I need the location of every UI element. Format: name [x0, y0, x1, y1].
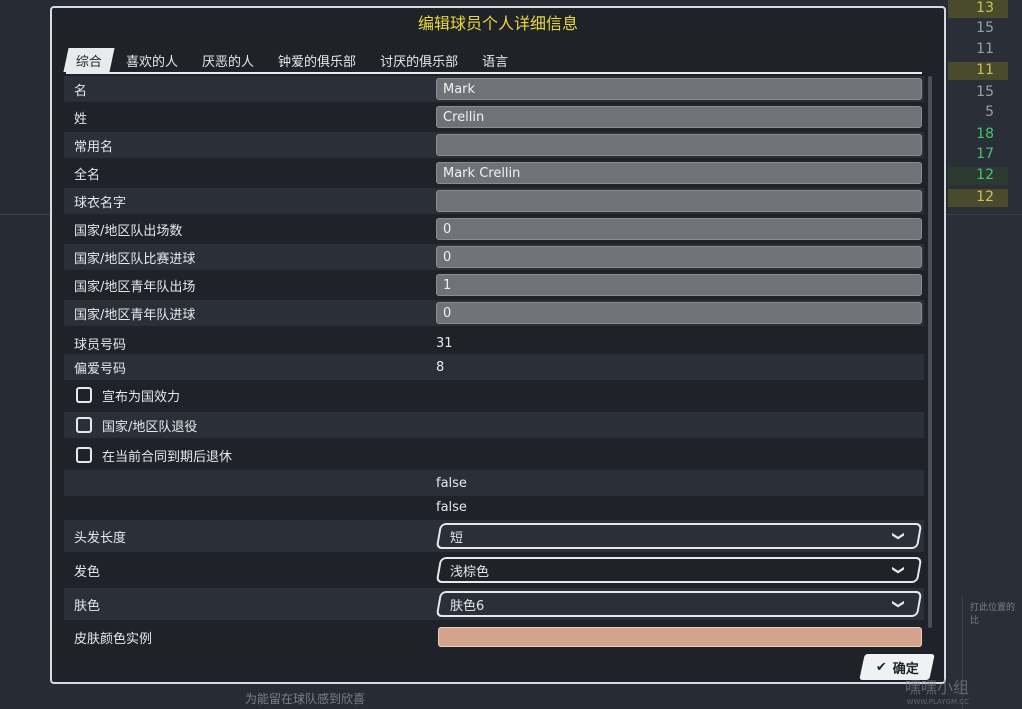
row-common-name: 常用名	[64, 132, 924, 158]
row-flag-2: false	[64, 494, 924, 520]
row-youth-goals: 国家/地区青年队进球	[64, 300, 924, 326]
shirt-name-label: 球衣名字	[74, 195, 127, 211]
hair-color-label: 发色	[74, 564, 101, 580]
row-declared-for-nation[interactable]: 宣布为国效力	[64, 382, 924, 408]
last-name-input[interactable]	[436, 106, 922, 128]
youth-caps-input[interactable]	[436, 274, 922, 296]
intl-caps-label: 国家/地区队出场数	[74, 223, 183, 239]
row-intl-goals: 国家/地区队比赛进球	[64, 244, 924, 270]
retire-at-contract-end-label: 在当前合同到期后退休	[102, 449, 233, 465]
row-intl-caps: 国家/地区队出场数	[64, 216, 924, 242]
bg-number: 12	[948, 189, 1008, 207]
row-skin-sample: 皮肤颜色实例	[64, 622, 924, 652]
chevron-down-icon: ❯	[892, 598, 907, 610]
row-shirt-name: 球衣名字	[64, 188, 924, 214]
vertical-scrollbar[interactable]	[928, 76, 932, 628]
flag-value: false	[436, 475, 467, 491]
row-hair-length: 头发长度 短 ❯	[64, 520, 924, 552]
row-full-name: 全名	[64, 160, 924, 186]
last-name-label: 姓	[74, 111, 88, 127]
declared-for-nation-checkbox[interactable]	[76, 387, 92, 403]
bg-number: 18	[976, 126, 994, 142]
row-first-name: 名	[64, 76, 924, 102]
watermark: 嘿嘿小组 WWW.PLAYGM.CC	[905, 674, 969, 706]
row-skin-tone: 肤色 肤色6 ❯	[64, 588, 924, 620]
intl-caps-input[interactable]	[436, 218, 922, 240]
tab-bar: 综合 喜欢的人 厌恶的人 钟爱的俱乐部 讨厌的俱乐部 语言	[63, 48, 522, 72]
row-hair-color: 发色 浅棕色 ❯	[64, 554, 924, 586]
bg-number: 13	[948, 0, 1008, 18]
retired-international-label: 国家/地区队退役	[102, 419, 198, 435]
squad-number-label: 球员号码	[74, 337, 127, 353]
full-name-label: 全名	[74, 167, 101, 183]
tab-favoured-clubs[interactable]: 钟爱的俱乐部	[268, 48, 366, 72]
first-name-input[interactable]	[436, 78, 922, 100]
bg-number: 11	[948, 62, 1008, 80]
common-name-input[interactable]	[436, 134, 922, 156]
bg-side-text: 打此位置的比	[970, 603, 1016, 626]
tab-disliked-people[interactable]: 厌恶的人	[192, 48, 264, 72]
tab-favoured-people[interactable]: 喜欢的人	[116, 48, 188, 72]
skin-sample-label: 皮肤颜色实例	[74, 631, 153, 647]
flag-value: false	[436, 499, 467, 515]
retired-international-checkbox[interactable]	[76, 417, 92, 433]
dialog-title: 编辑球员个人详细信息	[417, 14, 578, 33]
common-name-label: 常用名	[74, 139, 114, 155]
hair-color-select[interactable]	[435, 557, 923, 583]
hair-length-value: 短	[450, 530, 464, 546]
hair-length-select[interactable]	[435, 523, 923, 549]
bg-number: 15	[976, 20, 994, 36]
edit-player-dialog: 编辑球员个人详细信息 综合 喜欢的人 厌恶的人 钟爱的俱乐部 讨厌的俱乐部 语言…	[50, 6, 946, 684]
youth-goals-input[interactable]	[436, 302, 922, 324]
row-last-name: 姓	[64, 104, 924, 130]
declared-for-nation-label: 宣布为国效力	[102, 389, 181, 405]
preferred-number-value: 8	[436, 359, 445, 375]
row-flag-1: false	[64, 470, 924, 496]
first-name-label: 名	[74, 83, 88, 99]
youth-caps-label: 国家/地区青年队出场	[74, 279, 196, 295]
intl-goals-input[interactable]	[436, 246, 922, 268]
row-retired-international[interactable]: 国家/地区队退役	[64, 412, 924, 438]
skin-tone-label: 肤色	[74, 598, 101, 614]
chevron-down-icon: ❯	[892, 530, 907, 542]
intl-goals-label: 国家/地区队比赛进球	[74, 251, 196, 267]
row-youth-caps: 国家/地区青年队出场	[64, 272, 924, 298]
bg-number: 5	[985, 104, 994, 120]
bg-number: 17	[976, 146, 994, 162]
bg-number: 12	[948, 167, 1008, 185]
tab-underline	[66, 72, 922, 74]
full-name-input[interactable]	[436, 162, 922, 184]
row-preferred-number: 偏爱号码 8	[64, 354, 924, 380]
hair-length-label: 头发长度	[74, 530, 127, 546]
hair-color-value: 浅棕色	[450, 564, 490, 580]
skin-color-swatch	[438, 627, 922, 647]
tab-languages[interactable]: 语言	[472, 48, 518, 72]
bg-number: 11	[976, 41, 994, 57]
squad-number-value: 31	[436, 335, 453, 351]
watermark-text: 嘿嘿小组	[905, 678, 970, 697]
youth-goals-label: 国家/地区青年队进球	[74, 307, 196, 323]
skin-tone-select[interactable]	[435, 591, 923, 617]
tab-general[interactable]: 综合	[63, 48, 115, 72]
row-squad-number: 球员号码 31	[64, 330, 924, 356]
bg-number: 15	[976, 84, 994, 100]
tab-disliked-clubs[interactable]: 讨厌的俱乐部	[370, 48, 468, 72]
row-retire-at-contract-end[interactable]: 在当前合同到期后退休	[64, 442, 924, 468]
checkmark-icon: ✔	[875, 659, 887, 675]
bg-bottom-text: 为能留在球队感到欣喜	[245, 692, 366, 706]
shirt-name-input[interactable]	[436, 190, 922, 212]
skin-tone-value: 肤色6	[450, 598, 485, 614]
retire-at-contract-end-checkbox[interactable]	[76, 447, 92, 463]
chevron-down-icon: ❯	[892, 564, 907, 576]
watermark-subtext: WWW.PLAYGM.CC	[906, 698, 970, 706]
preferred-number-label: 偏爱号码	[74, 361, 127, 377]
